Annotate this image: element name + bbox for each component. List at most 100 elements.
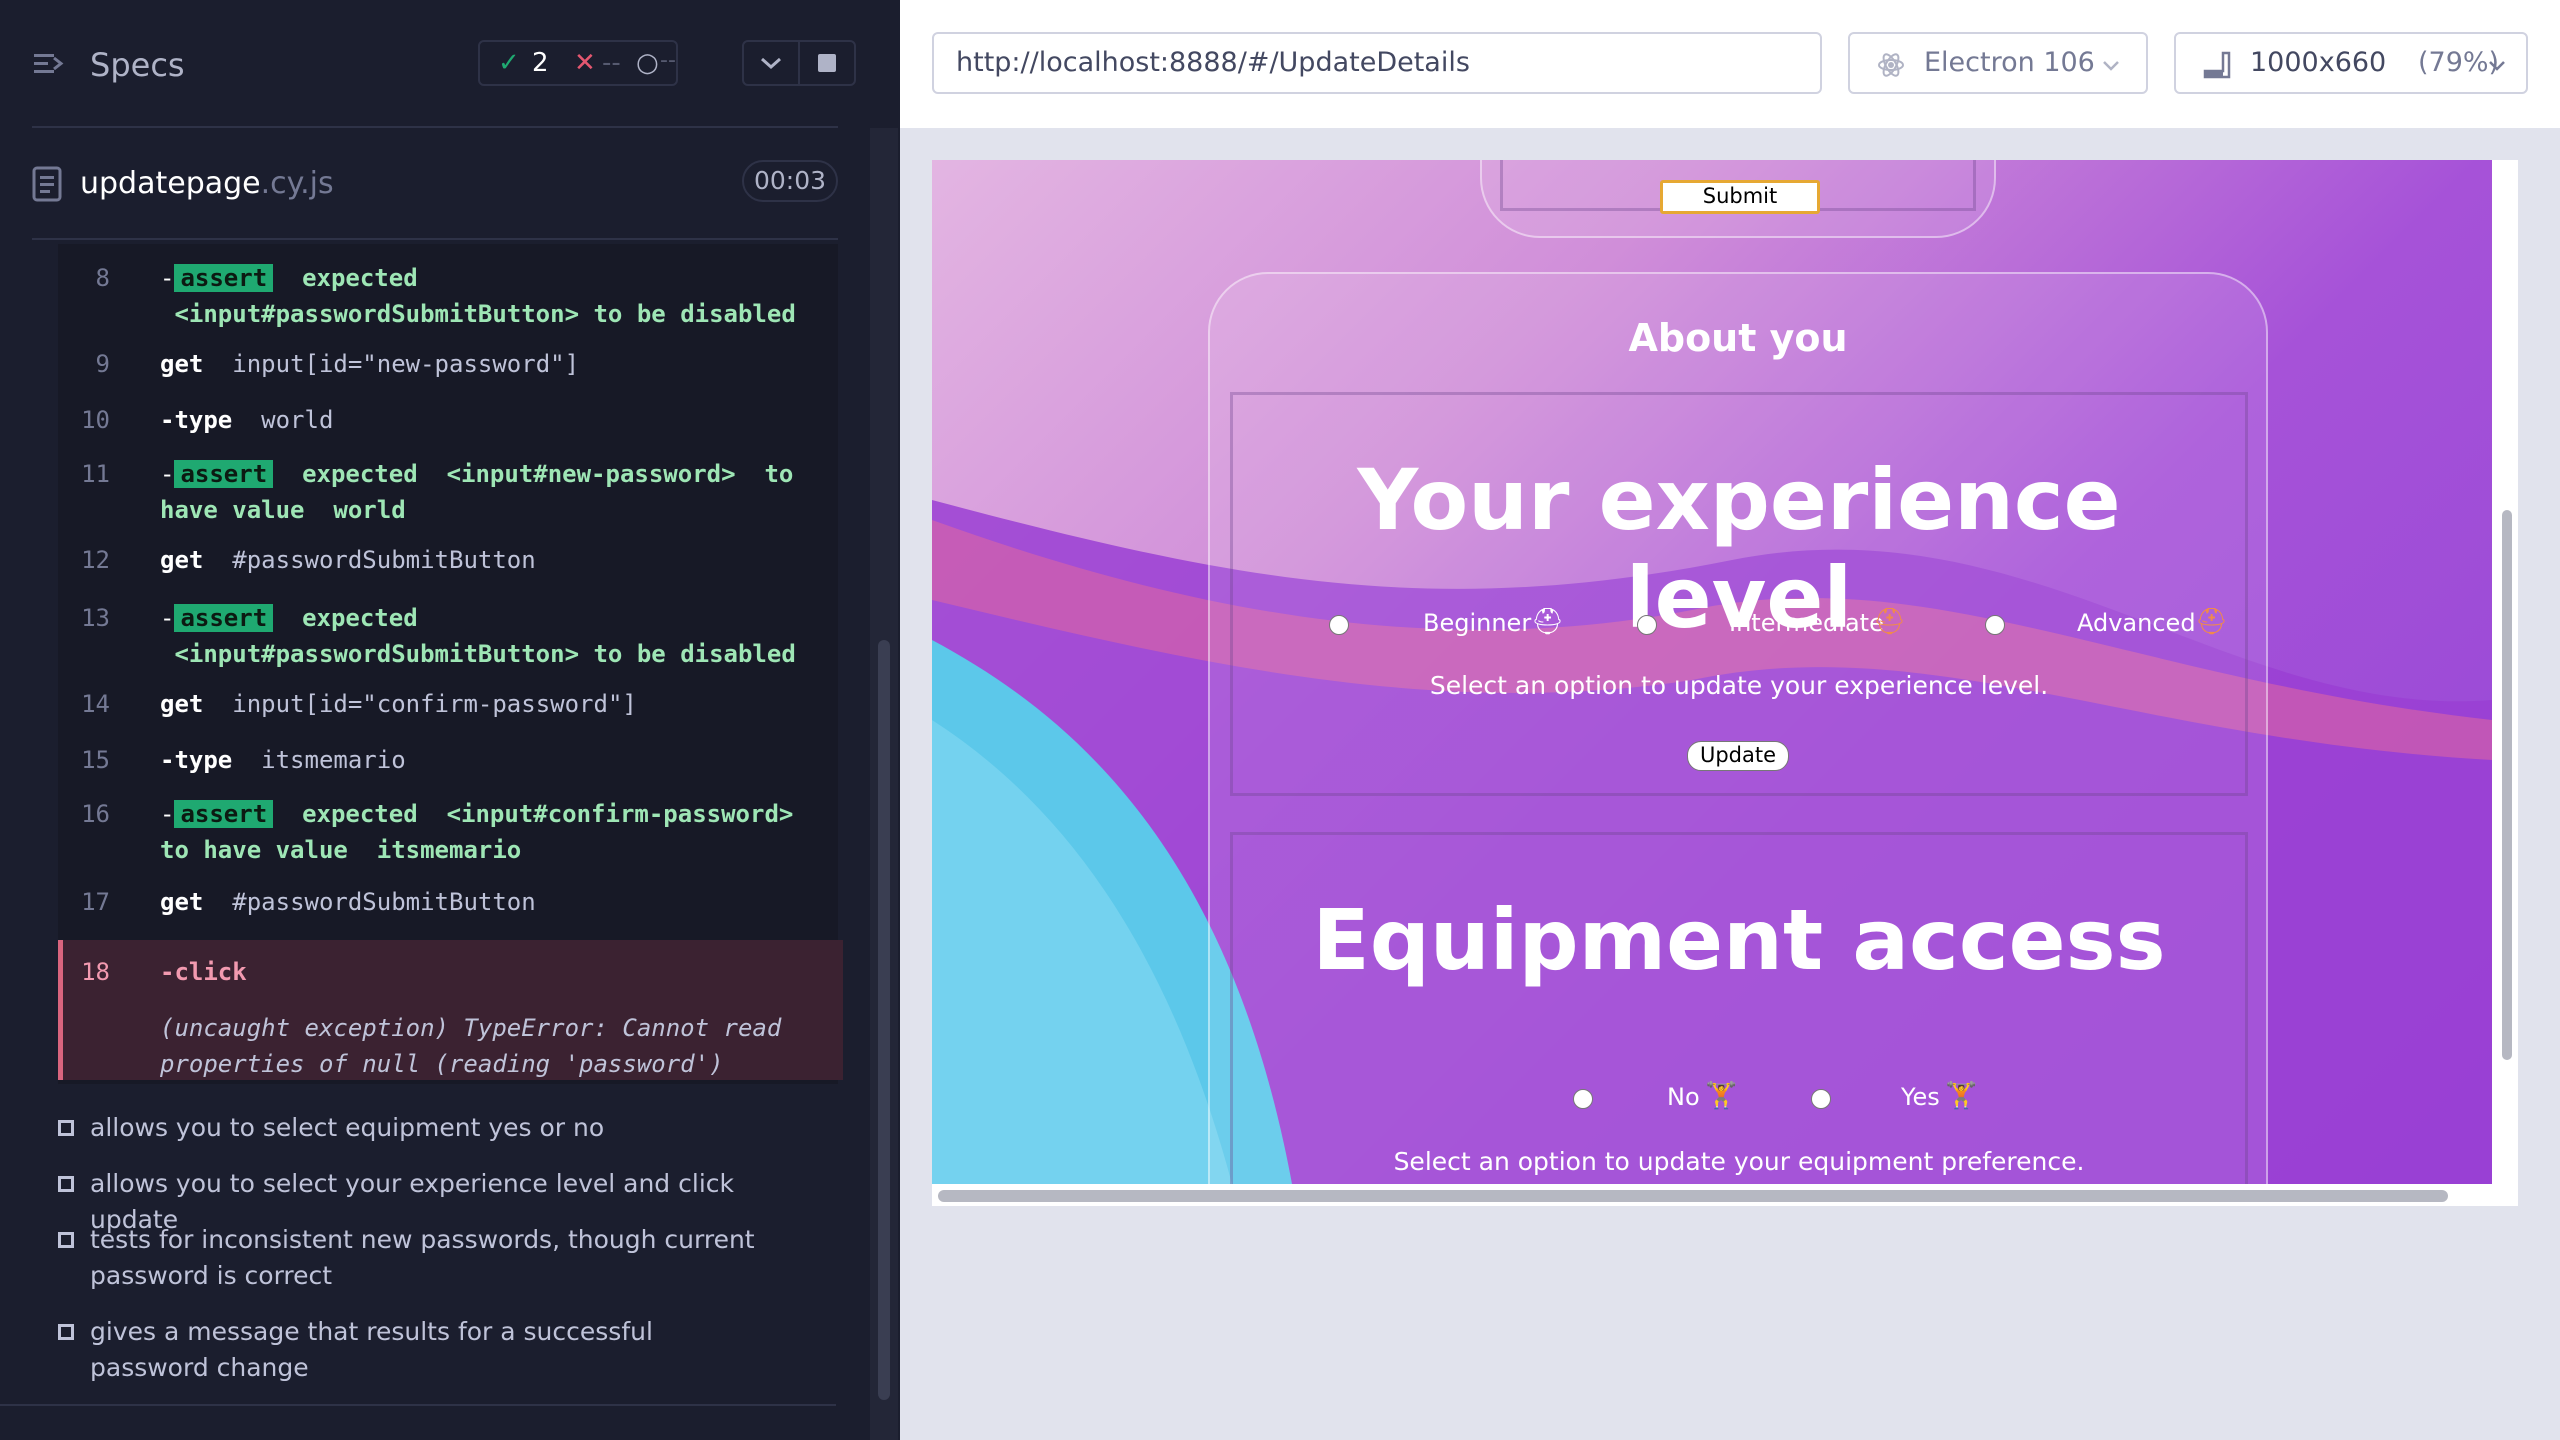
command-name: -click bbox=[160, 958, 247, 986]
assert-text: expected bbox=[302, 460, 418, 488]
assert-subject: <input#new-password> bbox=[446, 460, 736, 488]
command-name: get bbox=[160, 546, 204, 574]
radio-beginner[interactable] bbox=[1329, 615, 1349, 635]
assert-badge: assert bbox=[174, 604, 274, 632]
command-number: 12 bbox=[81, 546, 110, 574]
dumbbell-icon: 🏋 bbox=[1945, 1081, 1978, 1111]
expand-button[interactable] bbox=[742, 40, 800, 86]
assert-text: expected bbox=[302, 604, 418, 632]
assert-value: disabled bbox=[680, 300, 796, 328]
assert-text: to be bbox=[593, 640, 666, 668]
divider bbox=[32, 126, 838, 128]
helmet-icon: ⛑ bbox=[1873, 607, 1907, 637]
assert-text: have value bbox=[160, 496, 305, 524]
stop-icon bbox=[818, 54, 836, 72]
radio-intermediate[interactable] bbox=[1637, 615, 1657, 635]
chevron-down-icon bbox=[761, 57, 781, 70]
command-number: 16 bbox=[81, 800, 110, 828]
option-beginner[interactable]: Beginner bbox=[1423, 609, 1531, 637]
test-title: allows you to select equipment yes or no bbox=[90, 1113, 605, 1142]
assert-text: expected bbox=[302, 264, 418, 292]
passed-count: 2 bbox=[532, 48, 549, 78]
option-intermediate[interactable]: Intermediate bbox=[1729, 609, 1884, 637]
command-number: 13 bbox=[81, 604, 110, 632]
command-name: get bbox=[160, 888, 204, 916]
submit-button[interactable]: Submit bbox=[1660, 180, 1820, 214]
command-name: -type bbox=[160, 406, 233, 434]
about-title: About you bbox=[1628, 316, 1848, 360]
spec-file-header: updatepage.cy.js 00:03 bbox=[32, 156, 838, 212]
document-icon bbox=[32, 166, 62, 202]
chevron-down-icon bbox=[2489, 61, 2505, 71]
option-advanced[interactable]: Advanced bbox=[2077, 609, 2196, 637]
command-number: 10 bbox=[81, 406, 110, 434]
radio-advanced[interactable] bbox=[1985, 615, 2005, 635]
viewport-selector[interactable]: 1000x660 (79%) bbox=[2174, 32, 2528, 94]
command-number: 11 bbox=[81, 460, 110, 488]
command-list: 8 - assert expected <input#passwordSubmit… bbox=[58, 244, 843, 1084]
checkbox-icon bbox=[58, 1120, 74, 1136]
aut-iframe: Submit About you Your experience level B… bbox=[932, 160, 2518, 1206]
assert-subject: <input#confirm-password> bbox=[446, 800, 794, 828]
assert-badge: assert bbox=[174, 264, 274, 292]
assert-value: itsmemario bbox=[376, 836, 522, 864]
command-number: 14 bbox=[81, 690, 110, 718]
helmet-icon: ⛑ bbox=[1531, 607, 1565, 637]
electron-icon bbox=[1878, 53, 1904, 77]
failed-count: -- bbox=[602, 48, 621, 78]
vertical-scrollbar[interactable] bbox=[2502, 510, 2512, 1060]
command-number: 9 bbox=[95, 350, 110, 378]
specs-title[interactable]: Specs bbox=[90, 46, 185, 84]
chevron-down-icon bbox=[2103, 61, 2119, 71]
failed-command-row[interactable]: 18 -click (uncaught exception) TypeError… bbox=[58, 940, 843, 1080]
option-no[interactable]: No bbox=[1667, 1083, 1700, 1111]
checkbox-icon bbox=[58, 1324, 74, 1340]
error-line: properties of null (reading 'password') bbox=[160, 1050, 724, 1078]
experience-hint: Select an option to update your experien… bbox=[1429, 671, 2049, 700]
command-arg: input[id="confirm-password"] bbox=[232, 690, 637, 718]
aut-header: http://localhost:8888/#/UpdateDetails El… bbox=[900, 0, 2560, 128]
checkbox-icon bbox=[58, 1176, 74, 1192]
pending-count: -- bbox=[660, 48, 676, 73]
stop-button[interactable] bbox=[798, 40, 856, 86]
ruler-icon bbox=[2203, 51, 2231, 79]
fail-icon: ✕ bbox=[574, 48, 596, 78]
viewport-size: 1000x660 bbox=[2250, 47, 2387, 78]
command-arg: input[id="new-password"] bbox=[232, 350, 580, 378]
command-name: get bbox=[160, 690, 204, 718]
command-number: 18 bbox=[81, 958, 110, 986]
divider bbox=[0, 1404, 836, 1406]
pending-icon: ○ bbox=[636, 48, 659, 78]
experience-section: Your experience level Beginner ⛑ Interme… bbox=[1230, 392, 2248, 796]
browser-name: Electron 106 bbox=[1924, 47, 2095, 78]
horizontal-scrollbar[interactable] bbox=[938, 1190, 2448, 1202]
test-title: tests for inconsistent new passwords, th… bbox=[90, 1225, 755, 1290]
assert-value: disabled bbox=[680, 640, 796, 668]
command-name: -type bbox=[160, 746, 233, 774]
assert-text: to bbox=[764, 460, 794, 488]
app-page: Submit About you Your experience level B… bbox=[932, 160, 2492, 1184]
test-stats: ✓ 2 ✕ -- ○ -- bbox=[478, 40, 678, 86]
command-arg: #passwordSubmitButton bbox=[232, 888, 536, 916]
checkbox-icon bbox=[58, 1232, 74, 1248]
command-number: 17 bbox=[81, 888, 110, 916]
app-under-test-panel: http://localhost:8888/#/UpdateDetails El… bbox=[900, 0, 2560, 1440]
spec-file-name[interactable]: updatepage.cy.js bbox=[80, 166, 334, 201]
url-bar[interactable]: http://localhost:8888/#/UpdateDetails bbox=[932, 32, 1822, 94]
update-button[interactable]: Update bbox=[1687, 741, 1789, 771]
dumbbell-icon: 🏋 bbox=[1705, 1081, 1738, 1111]
option-yes[interactable]: Yes bbox=[1901, 1083, 1940, 1111]
check-icon: ✓ bbox=[498, 48, 520, 78]
scrollbar-thumb[interactable] bbox=[878, 640, 890, 1400]
assert-text: expected bbox=[302, 800, 418, 828]
radio-yes[interactable] bbox=[1811, 1089, 1831, 1109]
test-title: gives a message that results for a succe… bbox=[90, 1317, 653, 1382]
menu-collapse-icon[interactable] bbox=[32, 48, 64, 80]
assert-text: to be bbox=[593, 300, 666, 328]
command-number: 15 bbox=[81, 746, 110, 774]
radio-no[interactable] bbox=[1573, 1089, 1593, 1109]
browser-selector[interactable]: Electron 106 bbox=[1848, 32, 2148, 94]
duration-badge: 00:03 bbox=[742, 160, 838, 202]
spec-ext: .cy.js bbox=[260, 166, 334, 201]
assert-value: world bbox=[333, 496, 406, 524]
